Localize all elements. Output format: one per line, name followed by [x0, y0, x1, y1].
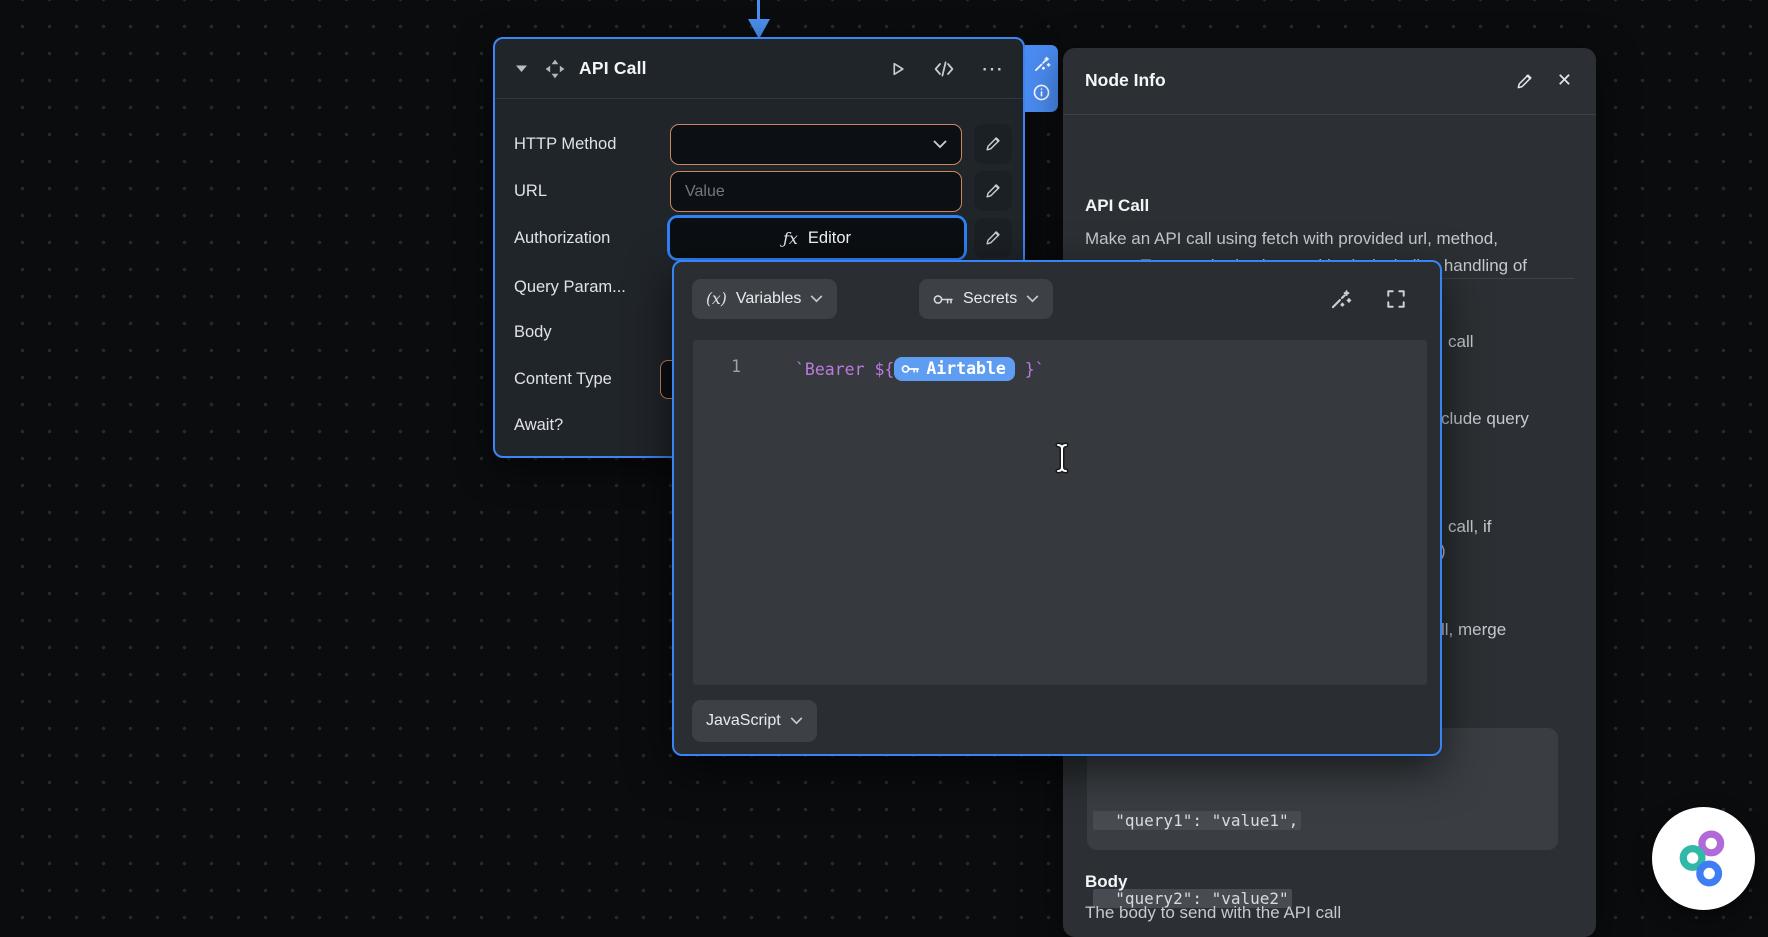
query-params-label: Query Param... [514, 267, 626, 308]
url-input-wrap [670, 171, 962, 212]
authorization-label: Authorization [514, 218, 610, 259]
collapse-chevron-icon[interactable] [515, 64, 528, 73]
http-method-label: HTTP Method [514, 124, 616, 165]
connection-arrow-icon [748, 19, 770, 39]
code-suffix: }` [1015, 360, 1045, 379]
clipped-text-fragment: clude query [1441, 409, 1529, 429]
chevron-down-icon [810, 295, 823, 303]
run-node-button[interactable] [887, 59, 907, 79]
more-options-button[interactable]: ⋯ [981, 63, 1003, 75]
panel-title: Node Info [1085, 70, 1166, 91]
url-row: URL [495, 171, 1023, 212]
body-label: Body [514, 312, 552, 353]
fx-icon: ƒx [783, 229, 798, 248]
node-title: API Call [579, 58, 861, 79]
chevron-down-icon [933, 140, 947, 149]
url-input[interactable] [671, 172, 961, 211]
fullscreen-icon[interactable] [1385, 288, 1407, 310]
editor-button-label: Editor [808, 229, 851, 248]
panel-divider [1063, 114, 1596, 115]
key-icon [901, 363, 920, 375]
http-method-select[interactable] [670, 124, 962, 165]
chevron-down-icon [790, 717, 803, 725]
secrets-dropdown[interactable]: Secrets [919, 279, 1053, 319]
http-method-edit-button[interactable] [974, 124, 1012, 164]
code-line-text: "query1": "value1", [1093, 811, 1301, 830]
panel-edit-button[interactable] [1515, 72, 1534, 91]
http-method-row: HTTP Method [495, 124, 1023, 165]
authorization-editor-wrap: ƒx Editor [667, 215, 967, 261]
magic-wand-icon[interactable] [1032, 55, 1051, 74]
variables-icon: (x) [706, 290, 727, 308]
content-type-label: Content Type [514, 359, 612, 400]
panel-close-button[interactable]: ✕ [1557, 70, 1572, 91]
authorization-row: Authorization ƒx Editor [495, 218, 1023, 259]
node-side-tab [1025, 45, 1058, 112]
buildship-logo[interactable] [1652, 807, 1755, 910]
url-edit-button[interactable] [974, 171, 1012, 211]
authorization-editor-button[interactable]: ƒx Editor [670, 218, 964, 258]
clipped-text-fragment: ll, merge [1441, 620, 1506, 640]
code-editor-line: 1 `Bearer ${ Airtable }` [693, 357, 1427, 381]
variables-dropdown[interactable]: (x) Variables [692, 279, 837, 319]
variables-label: Variables [736, 290, 802, 308]
secret-chip-label: Airtable [926, 359, 1005, 378]
url-label: URL [514, 171, 547, 212]
authorization-edit-button[interactable] [974, 218, 1012, 258]
canvas[interactable]: API Call ⋯ HTTP Method [0, 0, 1768, 937]
info-icon[interactable] [1032, 83, 1051, 102]
key-icon [933, 293, 954, 306]
code-view-button[interactable] [933, 59, 955, 79]
code-editor-area[interactable]: 1 `Bearer ${ Airtable }` [693, 340, 1427, 685]
secret-chip-airtable[interactable]: Airtable [894, 357, 1014, 381]
language-dropdown[interactable]: JavaScript [692, 700, 817, 742]
body-section-heading: Body [1085, 872, 1128, 892]
await-label: Await? [514, 405, 563, 446]
body-section-description: The body to send with the API call [1085, 899, 1341, 926]
code-line: "query1": "value1", [1093, 808, 1558, 834]
code-prefix: `Bearer ${ [795, 360, 894, 379]
chevron-down-icon [1026, 295, 1039, 303]
text-cursor-icon [1050, 440, 1074, 476]
language-label: JavaScript [706, 712, 781, 730]
panel-node-heading: API Call [1085, 196, 1149, 216]
connection-line [757, 0, 760, 20]
ai-generate-button[interactable] [1328, 288, 1352, 312]
line-number: 1 [725, 357, 741, 381]
code-text: `Bearer ${ Airtable }` [795, 357, 1045, 381]
clipped-text-fragment: call, if [1448, 517, 1491, 537]
clipped-text-fragment: call [1448, 332, 1474, 352]
expression-editor-popup: (x) Variables Secrets [672, 260, 1442, 756]
node-type-icon [544, 58, 566, 80]
secrets-label: Secrets [963, 290, 1017, 308]
node-header: API Call ⋯ [495, 39, 1023, 99]
